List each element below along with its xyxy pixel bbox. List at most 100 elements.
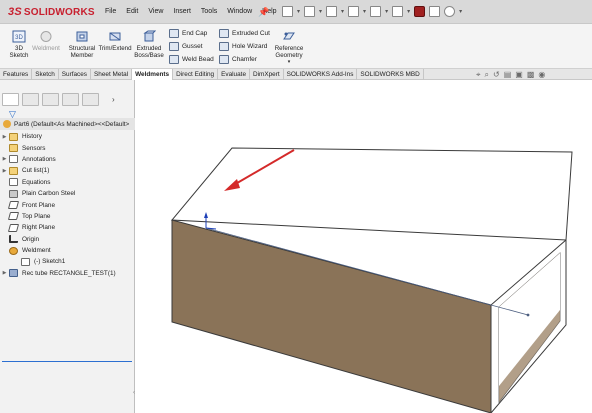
tree-item-sketch1[interactable]: (-) Sketch1	[0, 256, 135, 267]
open-icon[interactable]	[304, 6, 316, 17]
tab-surfaces[interactable]: Surfaces	[59, 69, 92, 80]
gusset-button[interactable]: Gusset	[169, 42, 203, 51]
tree-item-right-plane[interactable]: Right Plane	[0, 222, 135, 233]
tree-item-cut-list[interactable]: ▶ Cut list(1)	[0, 165, 135, 176]
tab-features[interactable]: Features	[0, 69, 33, 80]
chevron-down-icon[interactable]: ▾	[319, 8, 322, 15]
weldment-button[interactable]: Weldment	[32, 30, 60, 52]
file-properties-icon[interactable]	[429, 6, 441, 17]
rollback-bar[interactable]	[2, 361, 132, 362]
gusset-label: Gusset	[182, 43, 203, 50]
featuremanager-tab-icon[interactable]	[2, 92, 19, 106]
solidworks-logo[interactable]: 3S SOLIDWORKS	[8, 6, 95, 18]
weld-bead-label: Weld Bead	[182, 56, 214, 63]
tab-dimxpert[interactable]: DimXpert	[250, 69, 284, 80]
print-icon[interactable]	[348, 6, 360, 17]
chamfer-label: Chamfer	[232, 56, 257, 63]
tree-item-label: Top Plane	[22, 212, 51, 220]
chevron-down-icon[interactable]: ▾	[407, 8, 410, 15]
tree-item-sensors[interactable]: Sensors	[0, 142, 135, 153]
tree-item-label: Equations	[22, 178, 51, 186]
trim-extend-button[interactable]: Trim/Extend	[98, 30, 132, 52]
tab-direct-editing[interactable]: Direct Editing	[173, 69, 219, 80]
extruded-cut-button[interactable]: Extruded Cut	[219, 29, 270, 38]
chevron-down-icon[interactable]: ▾	[341, 8, 344, 15]
3d-sketch-button[interactable]: 3D 3D Sketch	[8, 30, 30, 59]
hide-show-icon[interactable]: ◉	[538, 70, 545, 80]
chevron-down-icon[interactable]: ▾	[363, 8, 366, 15]
menu-edit[interactable]: Edit	[121, 8, 143, 15]
pin-icon[interactable]: 📌	[258, 7, 269, 17]
tree-item-front-plane[interactable]: Front Plane	[0, 199, 135, 210]
end-cap-button[interactable]: End Cap	[169, 29, 207, 38]
new-document-icon[interactable]	[282, 6, 293, 17]
menu-view[interactable]: View	[143, 8, 168, 15]
tree-item-origin[interactable]: Origin	[0, 234, 135, 245]
chevron-down-icon[interactable]: ▾	[288, 59, 291, 66]
rebuild-icon[interactable]	[414, 6, 426, 17]
chevron-down-icon[interactable]: ▾	[459, 8, 462, 15]
weldment-icon	[40, 31, 52, 42]
sketch-endpoint[interactable]	[526, 313, 530, 317]
menu-file[interactable]: File	[100, 8, 121, 15]
reference-geometry-label: Reference Geometry	[274, 45, 304, 59]
tree-item-history[interactable]: ▶ History	[0, 131, 135, 142]
tree-root-part[interactable]: Part6 (Default<As Machined><<Default>	[0, 118, 135, 130]
undo-icon[interactable]	[370, 6, 382, 17]
tab-solidworks-add-ins[interactable]: SOLIDWORKS Add-Ins	[284, 69, 358, 80]
structural-member-button[interactable]: Structural Member	[66, 30, 98, 59]
dimxpert-manager-tab-icon[interactable]	[62, 92, 79, 106]
chevron-down-icon[interactable]: ▾	[297, 8, 300, 15]
chevron-down-icon[interactable]: ▾	[385, 8, 388, 15]
featuremanager-panel: › ▽ Part6 (Default<As Machined><<Default…	[0, 80, 135, 413]
tree-item-top-plane[interactable]: Top Plane	[0, 211, 135, 222]
tree-item-label: Right Plane	[22, 224, 56, 232]
tree-item-material[interactable]: Plain Carbon Steel	[0, 188, 135, 199]
menu-window[interactable]: Window	[222, 8, 257, 15]
display-manager-tab-icon[interactable]	[82, 92, 99, 106]
reference-geometry-button[interactable]: Reference Geometry ▾	[272, 30, 306, 66]
extruded-boss-label: Extruded Boss/Base	[134, 45, 164, 59]
model-view	[170, 147, 573, 413]
menu-insert[interactable]: Insert	[168, 8, 196, 15]
extruded-boss-icon	[143, 30, 156, 42]
tab-solidworks-mbd[interactable]: SOLIDWORKS MBD	[357, 69, 424, 80]
options-gear-icon[interactable]	[444, 6, 456, 17]
tab-evaluate[interactable]: Evaluate	[218, 69, 250, 80]
tab-sketch[interactable]: Sketch	[32, 69, 59, 80]
hole-wizard-label: Hole Wizard	[232, 43, 268, 50]
extruded-cut-label: Extruded Cut	[232, 30, 270, 37]
chevron-right-icon[interactable]: ›	[112, 95, 115, 104]
configuration-manager-tab-icon[interactable]	[42, 92, 59, 106]
expand-arrow-icon[interactable]: ▶	[0, 134, 9, 140]
tree-item-equations[interactable]: Equations	[0, 177, 135, 188]
save-icon[interactable]	[326, 6, 338, 17]
tree-item-weldment[interactable]: Weldment	[0, 245, 135, 256]
select-icon[interactable]	[392, 6, 404, 17]
section-view-icon[interactable]: ▤	[504, 70, 512, 80]
previous-view-icon[interactable]: ↺	[493, 70, 500, 80]
chamfer-button[interactable]: Chamfer	[219, 55, 257, 64]
expand-arrow-icon[interactable]: ▶	[0, 168, 9, 174]
tab-sheet-metal[interactable]: Sheet Metal	[91, 69, 133, 80]
property-manager-tab-icon[interactable]	[22, 92, 39, 106]
expand-arrow-icon[interactable]: ▶	[0, 156, 9, 162]
menu-tools[interactable]: Tools	[196, 8, 222, 15]
zoom-to-fit-icon[interactable]: ⌖	[476, 70, 481, 80]
hole-wizard-button[interactable]: Hole Wizard	[219, 42, 267, 51]
end-cap-label: End Cap	[182, 30, 208, 37]
brand-name: SOLIDWORKS	[23, 6, 95, 18]
graphics-area[interactable]	[136, 80, 592, 413]
extruded-boss-base-button[interactable]: Extruded Boss/Base	[134, 30, 164, 59]
structural-member-label: Structural Member	[68, 45, 96, 59]
tree-item-rec-tube[interactable]: ▶ Rec tube RECTANGLE_TEST(1)	[0, 268, 135, 279]
weld-bead-button[interactable]: Weld Bead	[169, 55, 214, 64]
tab-weldments[interactable]: Weldments	[132, 69, 174, 80]
view-orientation-icon[interactable]: ▣	[515, 70, 523, 80]
ds-logo-mark: 3S	[8, 6, 22, 18]
menu-bar: File Edit View Insert Tools Window Help	[100, 8, 282, 15]
zoom-to-area-icon[interactable]: ⌕	[485, 70, 489, 80]
tree-item-annotations[interactable]: ▶ Annotations	[0, 154, 135, 165]
display-style-icon[interactable]: ▩	[527, 70, 535, 80]
expand-arrow-icon[interactable]: ▶	[0, 270, 9, 276]
